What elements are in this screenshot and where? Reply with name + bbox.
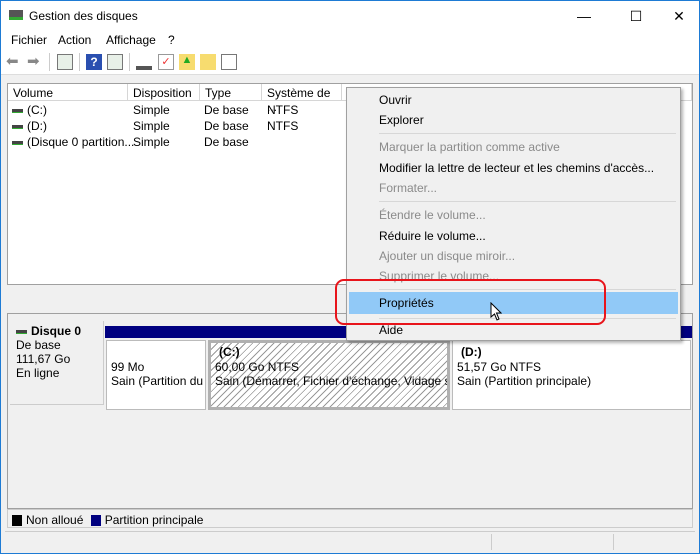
partition-label: (C:) [219,345,240,359]
partition-size: 51,57 Go NTFS [457,359,542,374]
disposition: Simple [133,135,170,149]
action-pane-icon[interactable] [107,54,123,70]
help-icon[interactable]: ? [86,54,102,70]
partition-status: Sain (Partition du [111,374,204,388]
type: De base [204,119,249,133]
disposition: Simple [133,119,170,133]
status-bar [5,531,695,551]
type: De base [204,103,249,117]
drive-icon [12,108,23,113]
column-header-volume[interactable]: Volume [8,84,128,101]
connect-icon[interactable] [136,54,152,70]
folder-up-icon[interactable]: ▲ [179,54,195,70]
forward-icon[interactable]: ➡ [27,54,43,70]
partition-size: 99 Mo [111,359,145,374]
window-title: Gestion des disques [29,9,138,23]
title-bar: Gestion des disques — ☐ ✕ [1,1,699,31]
column-header-type[interactable]: Type [200,84,262,101]
menu-item-explorer[interactable]: Explorer [349,110,678,130]
disk-type: De base [16,338,61,352]
partition-status: Sain (Partition principale) [457,374,592,388]
menu-item-add-mirror: Ajouter un disque miroir... [379,249,516,263]
menu-affichage[interactable]: Affichage [106,33,156,47]
menu-bar: Fichier Action Affichage ? [1,31,699,50]
volume-name: (D:) [27,119,47,133]
volume-name: (C:) [27,103,47,117]
unallocated-swatch [12,515,22,526]
app-icon [9,10,23,20]
disposition: Simple [133,103,170,117]
partition-label: (D:) [461,345,482,359]
type: De base [204,135,249,149]
legend-primary: Partition principale [104,513,204,527]
console-tree-icon[interactable] [57,54,73,70]
list-icon[interactable] [221,54,237,70]
close-button[interactable]: ✕ [656,1,700,31]
back-icon[interactable]: ⬅ [6,54,22,70]
menu-item-change-letter[interactable]: Modifier la lettre de lecteur et les che… [349,158,678,178]
disk-label[interactable]: Disque 0 De base 111,67 Go En ligne [10,321,104,405]
volume-name: (Disque 0 partition... [27,135,135,149]
menu-help[interactable]: ? [168,33,175,47]
disk-size: 111,67 Go [16,352,71,366]
minimize-button[interactable]: — [561,1,607,31]
disk-icon [16,329,27,334]
menu-item-mark-active: Marquer la partition comme active [379,140,560,154]
annotation-highlight [335,279,606,325]
column-header-filesystem[interactable]: Système de ... [262,84,342,114]
menu-action[interactable]: Action [58,33,91,47]
disk-graphical-view: Disque 0 De base 111,67 Go En ligne 99 M… [7,313,693,509]
partition-system[interactable]: 99 Mo Sain (Partition du [105,326,207,412]
folder-search-icon[interactable] [200,54,216,70]
menu-fichier[interactable]: Fichier [11,33,47,47]
disk-name: Disque 0 [31,324,82,338]
legend-unallocated: Non alloué [26,513,84,527]
disk-state: En ligne [16,366,60,380]
mouse-cursor-icon [490,302,502,321]
drive-icon [12,140,23,145]
drive-icon [12,124,23,129]
column-header-disposition[interactable]: Disposition [128,84,200,101]
filesystem: NTFS [267,119,299,133]
partition-size: 60,00 Go NTFS [215,359,300,374]
check-icon[interactable]: ✓ [158,54,174,70]
menu-item-ouvrir[interactable]: Ouvrir [349,90,678,110]
legend: Non alloué Partition principale [7,509,693,528]
partition-status: Sain (Démarrer, Fichier d'échange, Vidag… [215,374,450,388]
filesystem: NTFS [267,103,299,117]
menu-item-extend: Étendre le volume... [379,208,486,222]
maximize-button[interactable]: ☐ [613,1,659,31]
menu-item-format: Formater... [379,181,438,195]
toolbar: ⬅ ➡ ? ✓ ▲ [1,50,699,75]
menu-item-shrink[interactable]: Réduire le volume... [349,226,678,246]
primary-swatch [90,515,101,526]
